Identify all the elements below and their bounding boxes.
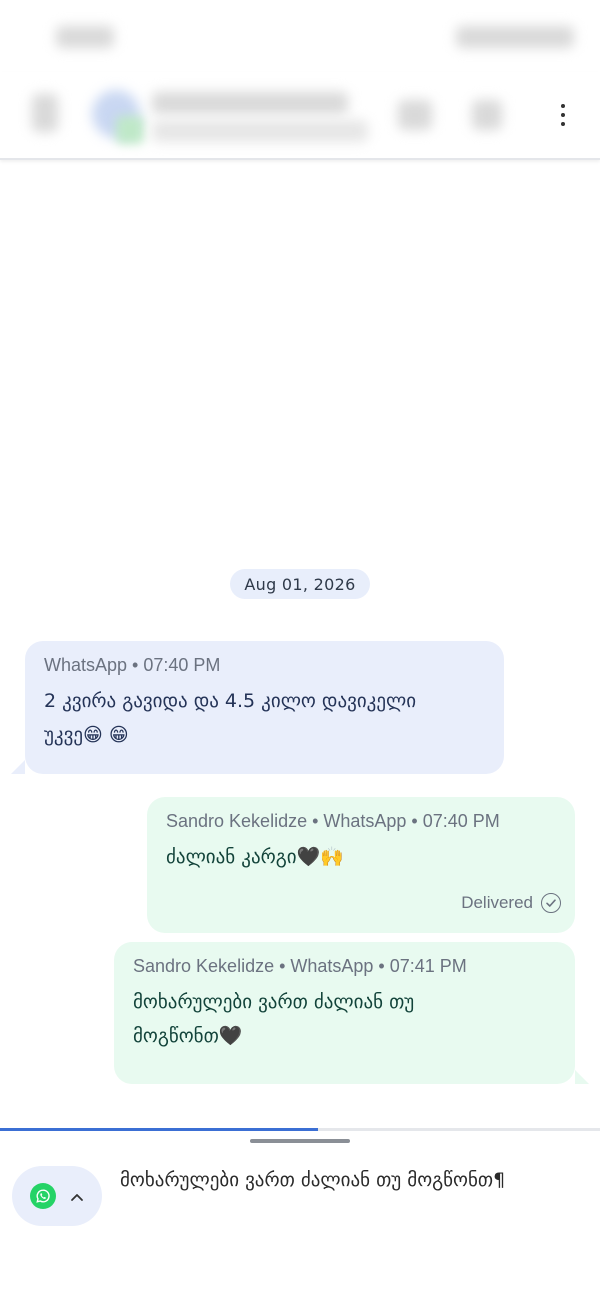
delivery-status: Delivered — [461, 893, 561, 913]
back-button-blurred[interactable] — [32, 94, 58, 132]
date-separator: Aug 01, 2026 — [230, 569, 370, 599]
more-vertical-icon[interactable] — [550, 100, 576, 130]
message-input[interactable]: მოხარულები ვართ ძალიან თუ მოგწონთ¶ — [120, 1164, 590, 1196]
send-progress-bar — [0, 1128, 600, 1131]
composer-drag-handle[interactable] — [250, 1139, 350, 1143]
send-progress-fill — [0, 1128, 318, 1131]
message-bubble-outgoing[interactable]: Sandro Kekelidze • WhatsApp • 07:40 PM ძ… — [147, 797, 575, 933]
message-text: 2 კვირა გავიდა და 4.5 კილო დავიკელი უკვე… — [44, 690, 417, 746]
chat-header — [0, 72, 600, 160]
search-button-blurred[interactable] — [472, 100, 502, 130]
message-text: ძალიან კარგი🖤🙌 — [166, 846, 344, 868]
draft-text: მოხარულები ვართ ძალიან თუ მოგწონთ — [120, 1169, 494, 1191]
status-time-blurred — [56, 26, 114, 48]
call-button-blurred[interactable] — [398, 100, 432, 130]
message-meta: Sandro Kekelidze • WhatsApp • 07:40 PM — [166, 811, 500, 831]
bubble-tail — [575, 1070, 589, 1084]
check-circle-icon — [541, 893, 561, 913]
contact-channel-badge — [116, 116, 144, 144]
message-bubble-incoming[interactable]: WhatsApp • 07:40 PM 2 კვირა გავიდა და 4.… — [11, 641, 504, 774]
chevron-up-icon — [70, 1187, 84, 1206]
message-text: მოხარულები ვართ ძალიან თუ მოგწონთ🖤 — [133, 991, 415, 1047]
bubble-tail — [11, 760, 25, 774]
message-meta: Sandro Kekelidze • WhatsApp • 07:41 PM — [133, 956, 467, 976]
pilcrow-mark: ¶ — [493, 1169, 506, 1191]
message-meta: WhatsApp • 07:40 PM — [44, 655, 221, 675]
status-icons-blurred — [456, 26, 574, 48]
contact-name-blurred[interactable] — [152, 92, 348, 114]
chat-screen: Aug 01, 2026 WhatsApp • 07:40 PM 2 კვირა… — [0, 0, 600, 1298]
channel-selector-button[interactable] — [12, 1166, 102, 1226]
contact-subtitle-blurred — [152, 120, 368, 142]
whatsapp-icon — [30, 1183, 56, 1209]
message-bubble-outgoing[interactable]: Sandro Kekelidze • WhatsApp • 07:41 PM მ… — [114, 942, 589, 1084]
delivery-status-label: Delivered — [461, 893, 533, 912]
status-bar — [0, 0, 600, 72]
